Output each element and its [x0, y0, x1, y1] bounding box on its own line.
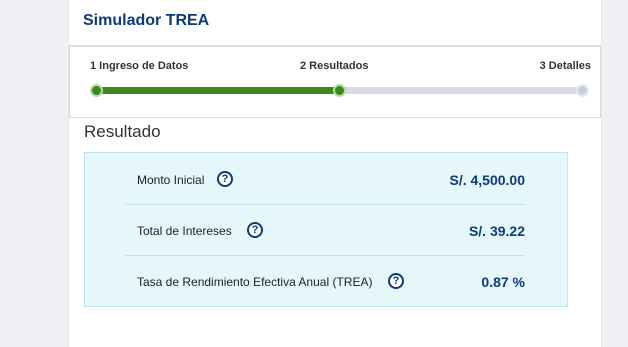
progress-stepper: 1 Ingreso de Datos 2 Resultados 3 Detall…: [69, 46, 601, 118]
row-value: S/. 39.22: [468, 223, 525, 239]
step-3-dot: [576, 84, 589, 97]
question-circle-icon[interactable]: ?: [217, 171, 233, 187]
row-label: Total de Intereses: [137, 224, 232, 238]
simulator-card: Simulador TREA 1 Ingreso de Datos 2 Resu…: [68, 0, 602, 347]
step-1-dot: [90, 84, 103, 97]
result-heading: Resultado: [84, 122, 161, 141]
progress-fill: [98, 87, 341, 94]
row-value: S/. 4,500.00: [449, 172, 525, 188]
step-3-label: 3 Detalles: [539, 60, 591, 72]
row-label: Tasa de Rendimiento Efectiva Anual (TREA…: [137, 275, 373, 289]
question-circle-icon[interactable]: ?: [388, 273, 404, 289]
question-circle-icon[interactable]: ?: [247, 222, 263, 238]
page-title: Simulador TREA: [83, 12, 210, 29]
row-label: Monto Inicial: [137, 173, 205, 187]
step-2-label: 2 Resultados: [300, 60, 369, 72]
row-divider: [125, 204, 525, 205]
result-panel: Monto Inicial ? S/. 4,500.00 Total de In…: [84, 152, 568, 307]
step-2-dot: [333, 84, 346, 97]
row-value: 0.87 %: [481, 274, 525, 290]
result-row-trea: Tasa de Rendimiento Efectiva Anual (TREA…: [125, 257, 525, 307]
row-divider: [125, 255, 525, 256]
step-1-label: 1 Ingreso de Datos: [90, 60, 189, 72]
result-row-monto-inicial: Monto Inicial ? S/. 4,500.00: [125, 155, 525, 205]
result-row-total-intereses: Total de Intereses ? S/. 39.22: [125, 206, 525, 256]
